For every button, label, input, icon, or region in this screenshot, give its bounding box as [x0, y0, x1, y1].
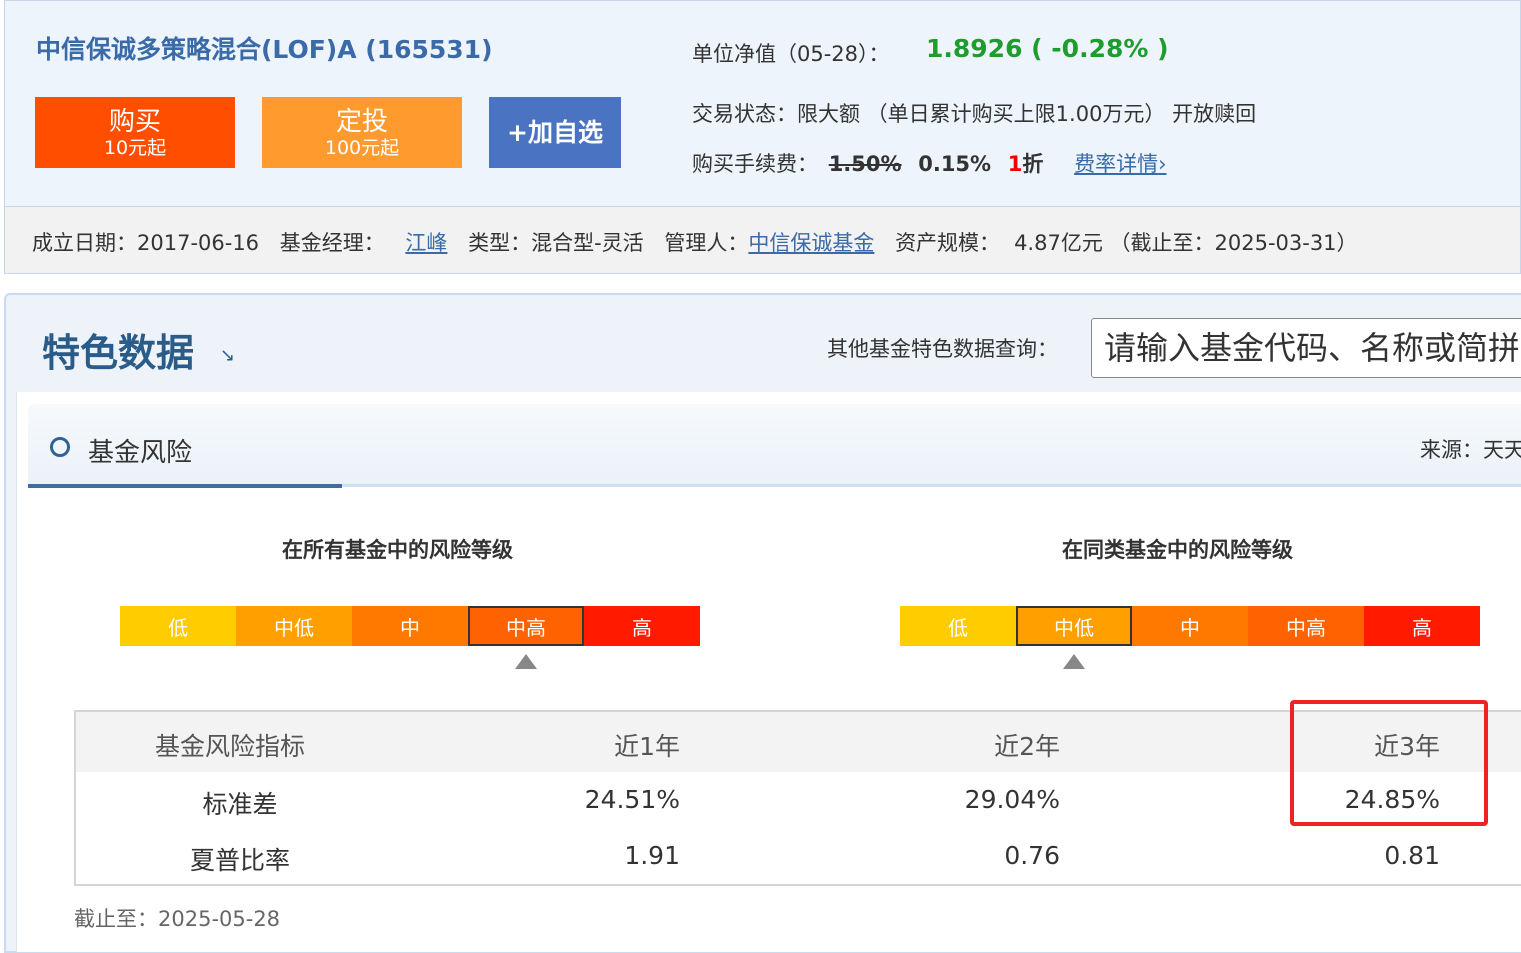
highlight-box-3y — [1290, 700, 1488, 826]
circle-bullet-icon — [50, 437, 70, 457]
type-value: 混合型-灵活 — [531, 231, 644, 255]
auto-invest-label: 定投 — [335, 106, 388, 137]
buy-button-label: 购买 — [108, 106, 161, 137]
established-date: 2017-06-16 — [137, 231, 260, 255]
feature-data-title: 特色数据 — [42, 331, 195, 375]
buy-button[interactable]: 购买 10元起 — [35, 97, 235, 168]
fund-search-input[interactable] — [1091, 318, 1521, 378]
risk-level-2: 中 — [1132, 606, 1248, 646]
triangle-up-icon — [515, 654, 537, 669]
add-watchlist-label: +加自选 — [507, 117, 603, 147]
scale-label: 资产规模： — [895, 231, 1001, 255]
peer-funds-risk-title: 在同类基金中的风险等级 — [1062, 538, 1293, 562]
trade-status: 交易状态：限大额 （单日累计购买上限1.00万元） 开放赎回 — [692, 98, 1256, 128]
fee-discount-unit: 折 — [1022, 152, 1044, 176]
table-cell-sharpe-3y: 0.81 — [1384, 841, 1440, 870]
established-label: 成立日期： — [32, 231, 137, 255]
risk-level-1: 中低 — [1016, 606, 1132, 646]
fee-current: 0.15% — [918, 152, 992, 176]
data-source: 来源：天天基金 — [1420, 438, 1521, 462]
fee-discount-number: 1 — [1007, 152, 1023, 176]
table-cell-std-2y: 29.04% — [964, 785, 1060, 814]
type-label: 类型： — [468, 231, 532, 255]
table-cell-sharpe-2y: 0.76 — [1004, 841, 1060, 870]
manager-label: 基金经理： — [279, 231, 385, 255]
arrow-down-right-icon[interactable]: ↘ — [220, 345, 235, 366]
table-header-2y: 近2年 — [994, 732, 1060, 761]
company-link[interactable]: 中信保诚基金 — [748, 231, 874, 255]
company-label: 管理人： — [664, 231, 749, 255]
triangle-up-icon — [1063, 654, 1085, 669]
manager-link[interactable]: 江峰 — [405, 231, 447, 255]
risk-level-4: 高 — [1364, 606, 1480, 646]
fund-info-text: 成立日期：2017-06-16 基金经理： 江峰 类型：混合型-灵活 管理人：中… — [32, 227, 1358, 257]
trade-status-value: 限大额 （单日累计购买上限1.00万元） 开放赎回 — [797, 102, 1257, 126]
table-header-1y: 近1年 — [614, 732, 680, 761]
scale-value: 4.87亿元 （截止至：2025-03-31） — [1014, 231, 1358, 255]
fund-title: 中信保诚多策略混合(LOF)A (165531) — [36, 35, 493, 64]
add-watchlist-button[interactable]: +加自选 — [489, 97, 621, 168]
search-label: 其他基金特色数据查询： — [827, 337, 1058, 361]
all-funds-risk-title: 在所有基金中的风险等级 — [282, 538, 513, 562]
nav-value: 1.8926 ( -0.28% ) — [926, 34, 1169, 63]
risk-level-1: 中低 — [236, 606, 352, 646]
purchase-fee: 购买手续费： 1.50% 0.15% 1折 费率详情› — [692, 148, 1167, 178]
as-of-date: 截止至：2025-05-28 — [74, 907, 281, 931]
fee-details-link[interactable]: 费率详情› — [1074, 152, 1166, 176]
table-cell-sharpe-1y: 1.91 — [624, 841, 680, 870]
auto-invest-button[interactable]: 定投 100元起 — [262, 97, 462, 168]
risk-header-active-tab-bar — [28, 484, 342, 488]
all-funds-risk-scale: 低中低中中高高 — [120, 606, 700, 646]
table-header-metric: 基金风险指标 — [155, 732, 306, 761]
risk-level-0: 低 — [120, 606, 236, 646]
peer-funds-risk-scale: 低中低中中高高 — [900, 606, 1480, 646]
trade-status-label: 交易状态： — [692, 102, 797, 126]
risk-level-2: 中 — [352, 606, 468, 646]
risk-level-4: 高 — [584, 606, 700, 646]
buy-button-min: 10元起 — [103, 136, 167, 159]
risk-level-0: 低 — [900, 606, 1016, 646]
fee-original: 1.50% — [828, 152, 902, 176]
fee-label: 购买手续费： — [692, 152, 818, 176]
risk-level-3: 中高 — [1248, 606, 1364, 646]
table-cell-std-1y: 24.51% — [584, 785, 680, 814]
table-row-label-std: 标准差 — [202, 790, 278, 819]
chevron-right-icon: › — [1158, 152, 1167, 176]
auto-invest-min: 100元起 — [324, 136, 400, 159]
risk-level-3: 中高 — [468, 606, 584, 646]
risk-section-title: 基金风险 — [88, 438, 193, 468]
risk-section-header — [28, 404, 1521, 486]
fee-details-text: 费率详情 — [1074, 152, 1159, 176]
table-row-label-sharpe: 夏普比率 — [189, 846, 290, 875]
nav-label: 单位净值（05-28）： — [692, 42, 890, 66]
